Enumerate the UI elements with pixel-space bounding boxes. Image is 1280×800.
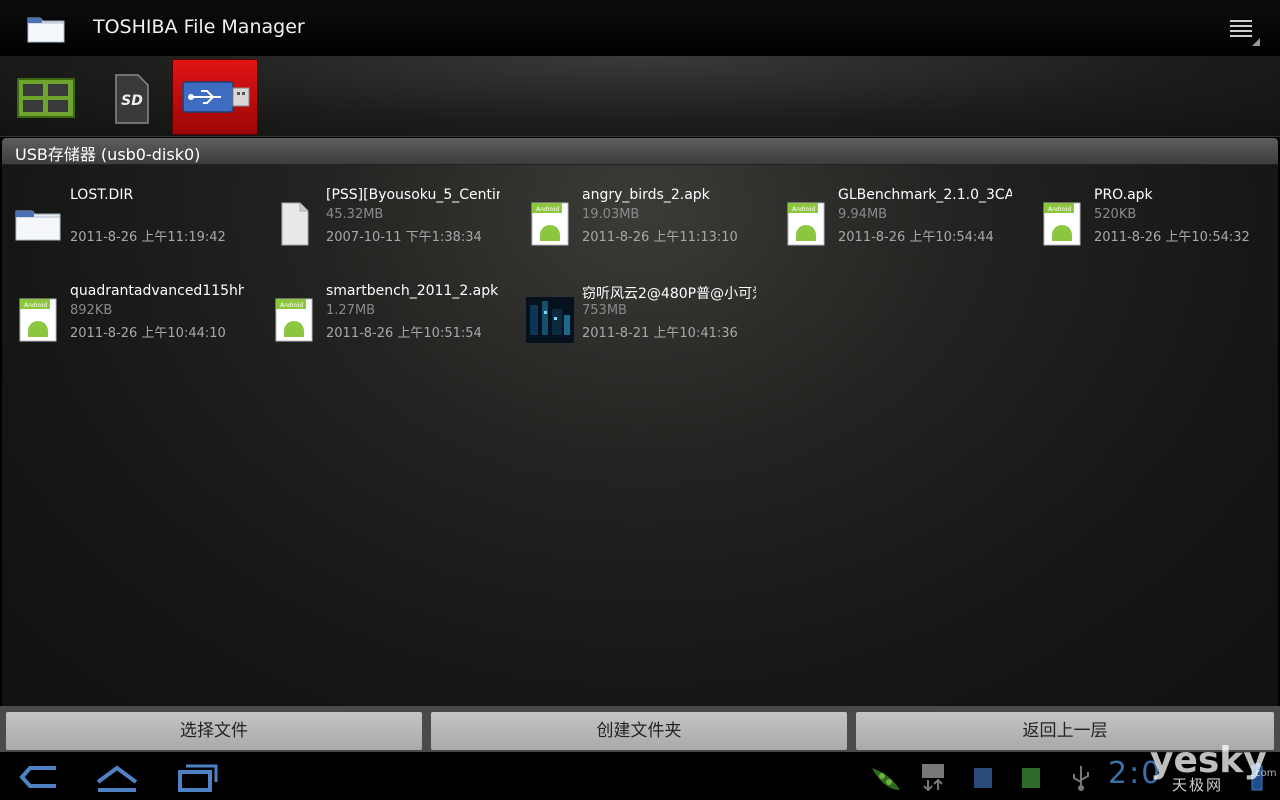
file-item-pss-video[interactable]: [PSS][Byousoku_5_Centimet 45.32MB 2007-1…: [260, 187, 500, 257]
android-apk-icon: Android: [531, 202, 569, 246]
file-name: quadrantadvanced115hh_ar: [70, 283, 244, 299]
svg-text:Android: Android: [536, 206, 559, 213]
file-date: 2011-8-26 上午10:54:32: [1094, 230, 1250, 245]
storage-status-icon: [1022, 768, 1040, 788]
tab-usb-storage[interactable]: [172, 59, 258, 135]
tab-internal-storage[interactable]: [2, 59, 86, 133]
file-date: 2011-8-21 上午10:41:36: [582, 326, 738, 341]
pea-pod-icon: [872, 768, 900, 790]
usb-status-icon: [1073, 766, 1089, 791]
app-title: TOSHIBA File Manager: [93, 16, 305, 38]
file-date: 2011-8-26 上午10:44:10: [70, 326, 226, 341]
file-name: LOST.DIR: [70, 187, 134, 203]
folder-icon: [27, 17, 65, 43]
svg-text:Android: Android: [792, 206, 815, 213]
file-name: smartbench_2011_2.apk: [326, 283, 499, 299]
svg-text:Android: Android: [1048, 206, 1071, 213]
recent-apps-icon[interactable]: [172, 760, 222, 794]
folder-icon: [15, 210, 61, 241]
android-apk-icon: Android: [1043, 202, 1081, 246]
file-item-angry-birds[interactable]: Android angry_birds_2.apk 19.03MB 2011-8…: [516, 187, 756, 257]
system-bar: 2:0: [0, 752, 1280, 800]
select-file-button[interactable]: 选择文件: [6, 712, 422, 750]
file-item-video[interactable]: 窃听风云2@480P普@小可爱 753MB 2011-8-21 上午10:41:…: [516, 283, 756, 353]
file-size: 1.27MB: [326, 303, 376, 318]
file-date: 2011-8-26 上午10:51:54: [326, 326, 482, 341]
memory-chip-icon: [17, 78, 75, 118]
watermark-sub: 天极网: [1172, 776, 1224, 794]
action-bar: TOSHIBA File Manager: [0, 0, 1280, 57]
file-item-lost-dir[interactable]: LOST.DIR 2011-8-26 上午11:19:42: [4, 187, 244, 257]
data-transfer-icon: [922, 764, 944, 792]
android-apk-icon: Android: [19, 298, 57, 342]
sd-status-icon: [974, 768, 992, 788]
file-size: 520KB: [1094, 207, 1137, 222]
create-folder-button[interactable]: 创建文件夹: [431, 712, 847, 750]
bottom-action-bar: 选择文件 创建文件夹 返回上一层: [0, 706, 1280, 752]
video-thumbnail-icon: [526, 297, 574, 343]
file-size: 19.03MB: [582, 207, 640, 222]
file-name: GLBenchmark_2.1.0_3CA38: [838, 187, 1012, 203]
file-date: 2007-10-11 下午1:38:34: [326, 230, 482, 245]
watermark-suffix: .com: [1252, 768, 1277, 779]
path-header: USB存储器 (usb0-disk0): [2, 138, 1278, 165]
file-name: angry_birds_2.apk: [582, 187, 710, 203]
file-item-quadrant[interactable]: Android quadrantadvanced115hh_ar 892KB 2…: [4, 283, 244, 353]
file-name: [PSS][Byousoku_5_Centimet: [326, 187, 500, 203]
back-icon[interactable]: [14, 760, 64, 794]
file-date: 2011-8-26 上午10:54:44: [838, 230, 994, 245]
svg-text:Android: Android: [280, 302, 303, 309]
file-item-glbenchmark[interactable]: Android GLBenchmark_2.1.0_3CA38 9.94MB 2…: [772, 187, 1012, 257]
file-name: 窃听风云2@480P普@小可爱: [582, 286, 756, 302]
file-size: 45.32MB: [326, 207, 384, 222]
storage-selector: SD: [0, 56, 1280, 137]
file-size: 892KB: [70, 303, 113, 318]
file-name: PRO.apk: [1094, 187, 1153, 203]
svg-text:Android: Android: [24, 302, 47, 309]
sd-card-icon: SD: [115, 74, 149, 124]
home-icon[interactable]: [92, 760, 142, 794]
usb-drive-icon: [182, 81, 250, 113]
file-item-smartbench[interactable]: Android smartbench_2011_2.apk 1.27MB 201…: [260, 283, 500, 353]
document-icon: [281, 202, 309, 246]
file-grid: LOST.DIR 2011-8-26 上午11:19:42 [PSS][Byou…: [2, 165, 1278, 706]
file-size: 9.94MB: [838, 207, 888, 222]
android-apk-icon: Android: [787, 202, 825, 246]
file-item-pro-apk[interactable]: Android PRO.apk 520KB 2011-8-26 上午10:54:…: [1028, 187, 1268, 257]
overflow-menu-button[interactable]: [1224, 12, 1264, 48]
sd-label: SD: [121, 93, 143, 109]
file-date: 2011-8-26 上午11:19:42: [70, 230, 226, 245]
tab-sd-card[interactable]: SD: [88, 59, 172, 133]
android-apk-icon: Android: [275, 298, 313, 342]
file-date: 2011-8-26 上午11:13:10: [582, 230, 738, 245]
current-path: USB存储器 (usb0-disk0): [15, 145, 201, 164]
file-size: 753MB: [582, 303, 627, 318]
